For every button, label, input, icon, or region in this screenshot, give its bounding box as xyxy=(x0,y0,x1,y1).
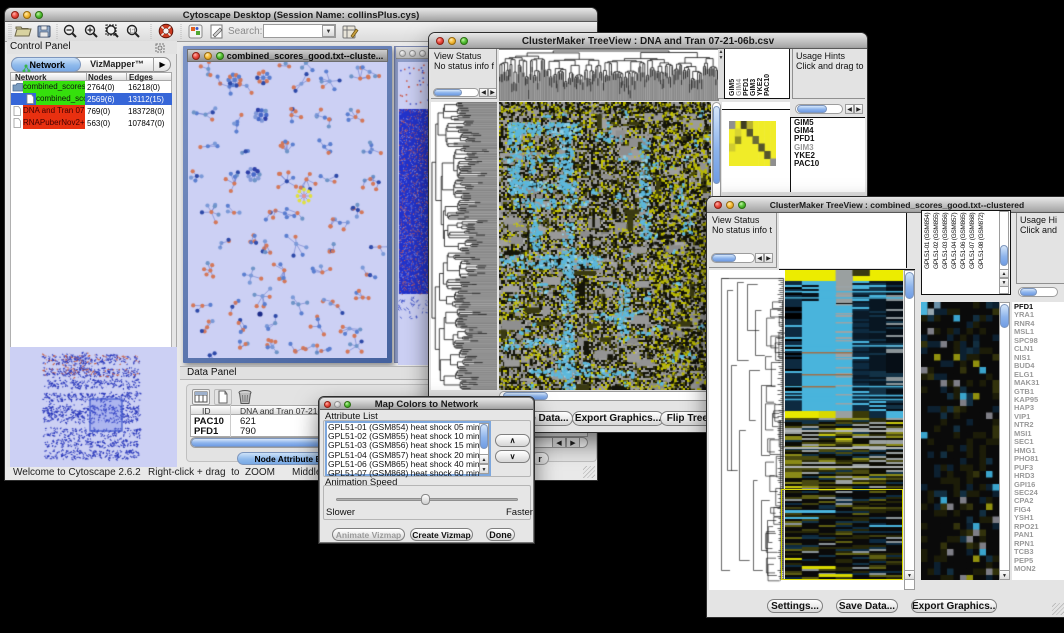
svg-text:1:1: 1:1 xyxy=(129,29,136,35)
